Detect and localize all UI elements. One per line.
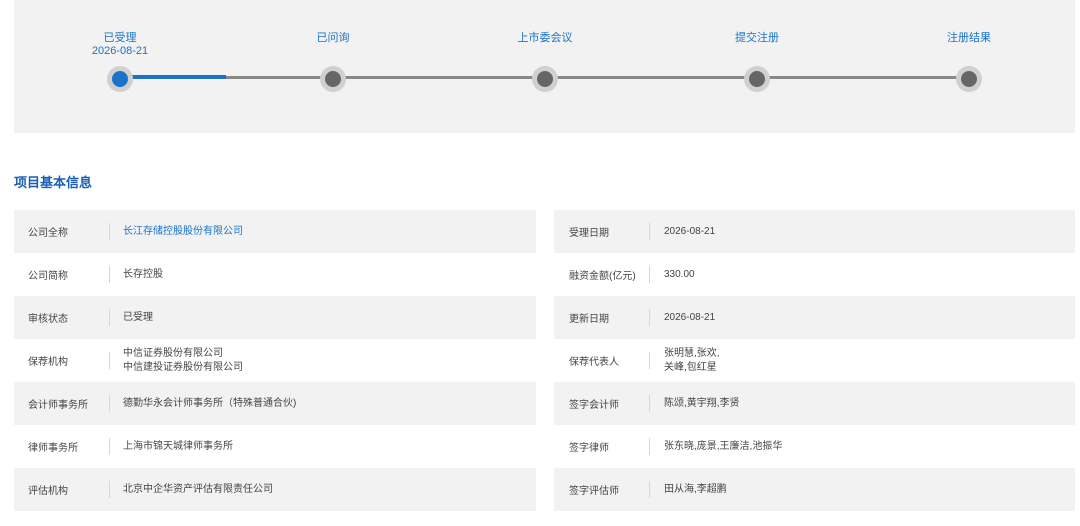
- row-value-line: 2026-08-21: [664, 225, 716, 237]
- info-table-right: 受理日期 2026-08-21 融资金额(亿元) 330.00 更新日期 202…: [554, 210, 1075, 511]
- info-row-review-status: 审核状态 已受理: [14, 296, 536, 339]
- row-label: 签字会计师: [569, 400, 619, 411]
- row-divider: [109, 223, 110, 240]
- row-value: 330.00: [664, 253, 695, 296]
- row-label: 签字律师: [569, 443, 609, 454]
- row-label: 评估机构: [28, 486, 68, 497]
- row-label: 受理日期: [569, 228, 609, 239]
- row-value: 陈颂,黄宇翔,李贤: [664, 382, 740, 425]
- info-row-accept-date: 受理日期 2026-08-21: [554, 210, 1075, 253]
- step-5-label: 注册结果: [909, 32, 1029, 45]
- step-4-node: [744, 66, 770, 92]
- row-value: 德勤华永会计师事务所（特殊普通合伙): [123, 382, 296, 425]
- row-value-line: 张明慧,张欢,: [664, 347, 720, 359]
- step-1-label: 已受理 2026-08-21: [60, 32, 180, 58]
- row-label: 公司全称: [28, 228, 68, 239]
- section-title: 项目基本信息: [14, 175, 93, 190]
- row-value-line: 陈颂,黄宇翔,李贤: [664, 397, 740, 409]
- info-row-signing-accountants: 签字会计师 陈颂,黄宇翔,李贤: [554, 382, 1075, 425]
- step-3-dot: [537, 71, 553, 87]
- row-value: 2026-08-21: [664, 296, 715, 339]
- step-4-dot: [749, 71, 765, 87]
- row-value: 已受理: [123, 296, 153, 339]
- row-value: 长存控股: [123, 253, 163, 296]
- row-value-line: 已受理: [123, 311, 153, 323]
- row-label: 保荐机构: [28, 357, 68, 368]
- row-divider: [109, 438, 110, 455]
- row-value-line: 长存控股: [123, 268, 163, 280]
- step-2-label: 已问询: [273, 32, 393, 45]
- row-value: 上海市锦天城律师事务所: [123, 425, 233, 468]
- step-4-name: 提交注册: [735, 32, 779, 44]
- step-5-name: 注册结果: [947, 32, 991, 44]
- row-divider: [649, 438, 650, 455]
- info-row-signing-appraisers: 签字评估师 田从海,李超鹏: [554, 468, 1075, 511]
- row-label: 公司简称: [28, 271, 68, 282]
- row-value: 北京中企华资产评估有限责任公司: [123, 468, 273, 511]
- row-value-line: 北京中企华资产评估有限责任公司: [123, 483, 273, 495]
- row-divider: [109, 395, 110, 412]
- info-table-left: 公司全称 长江存储控股股份有限公司 公司简称 长存控股 审核状态 已受理 保荐机…: [14, 210, 536, 511]
- row-label: 律师事务所: [28, 443, 78, 454]
- company-name-link[interactable]: 长江存储控股股份有限公司: [123, 210, 243, 253]
- step-1-name: 已受理: [103, 32, 137, 44]
- info-row-appraisal-firm: 评估机构 北京中企华资产评估有限责任公司: [14, 468, 536, 511]
- row-value-line: 上海市锦天城律师事务所: [123, 440, 233, 452]
- info-row-company-name: 公司全称 长江存储控股股份有限公司: [14, 210, 536, 253]
- row-value-line: 中信建投证券股份有限公司: [123, 361, 243, 373]
- row-value-line: 2026-08-21: [664, 311, 716, 323]
- row-label: 融资金额(亿元): [569, 271, 636, 282]
- step-3-label: 上市委会议: [485, 32, 605, 45]
- row-divider: [649, 395, 650, 412]
- row-divider: [109, 309, 110, 326]
- info-row-short-name: 公司简称 长存控股: [14, 253, 536, 296]
- row-value-line: 关峰,包红星: [664, 361, 717, 373]
- row-value: 2026-08-21: [664, 210, 715, 253]
- row-divider: [649, 223, 650, 240]
- row-value-line: 田从海,李超鹏: [664, 483, 727, 495]
- row-value-line: 长江存储控股股份有限公司: [123, 225, 243, 237]
- step-2-name: 已问询: [316, 32, 350, 44]
- info-row-law-firm: 律师事务所 上海市锦天城律师事务所: [14, 425, 536, 468]
- info-row-sponsor: 保荐机构 中信证券股份有限公司 中信建投证券股份有限公司: [14, 339, 536, 382]
- row-divider: [649, 352, 650, 369]
- row-label: 会计师事务所: [28, 400, 88, 411]
- row-divider: [649, 481, 650, 498]
- info-row-signing-lawyers: 签字律师 张东晓,庞景,王廉洁,池振华: [554, 425, 1075, 468]
- row-value-line: 中信证券股份有限公司: [123, 347, 223, 359]
- row-value: 中信证券股份有限公司 中信建投证券股份有限公司: [123, 339, 243, 382]
- row-divider: [109, 266, 110, 283]
- step-1-node: [107, 66, 133, 92]
- row-value-line: 德勤华永会计师事务所（特殊普通合伙): [123, 397, 297, 409]
- row-value-line: 330.00: [664, 268, 695, 280]
- step-3-name: 上市委会议: [517, 32, 573, 44]
- row-label: 保荐代表人: [569, 357, 619, 368]
- row-label: 签字评估师: [569, 486, 619, 497]
- info-row-sponsor-reps: 保荐代表人 张明慧,张欢, 关峰,包红星: [554, 339, 1075, 382]
- step-5-dot: [961, 71, 977, 87]
- row-label: 审核状态: [28, 314, 68, 325]
- row-divider: [649, 266, 650, 283]
- row-divider: [109, 352, 110, 369]
- step-5-node: [956, 66, 982, 92]
- step-2-dot: [325, 71, 341, 87]
- row-divider: [649, 309, 650, 326]
- row-value: 田从海,李超鹏: [664, 468, 727, 511]
- row-value-line: 张东晓,庞景,王廉洁,池振华: [664, 440, 783, 452]
- step-1-date: 2026-08-21: [91, 45, 149, 57]
- step-4-label: 提交注册: [697, 32, 817, 45]
- row-value: 张东晓,庞景,王廉洁,池振华: [664, 425, 782, 468]
- info-row-financing-amount: 融资金额(亿元) 330.00: [554, 253, 1075, 296]
- step-1-dot: [112, 71, 128, 87]
- step-2-node: [320, 66, 346, 92]
- info-row-accounting-firm: 会计师事务所 德勤华永会计师事务所（特殊普通合伙): [14, 382, 536, 425]
- step-3-node: [532, 66, 558, 92]
- row-label: 更新日期: [569, 314, 609, 325]
- row-divider: [109, 481, 110, 498]
- info-row-update-date: 更新日期 2026-08-21: [554, 296, 1075, 339]
- row-value: 张明慧,张欢, 关峰,包红星: [664, 339, 720, 382]
